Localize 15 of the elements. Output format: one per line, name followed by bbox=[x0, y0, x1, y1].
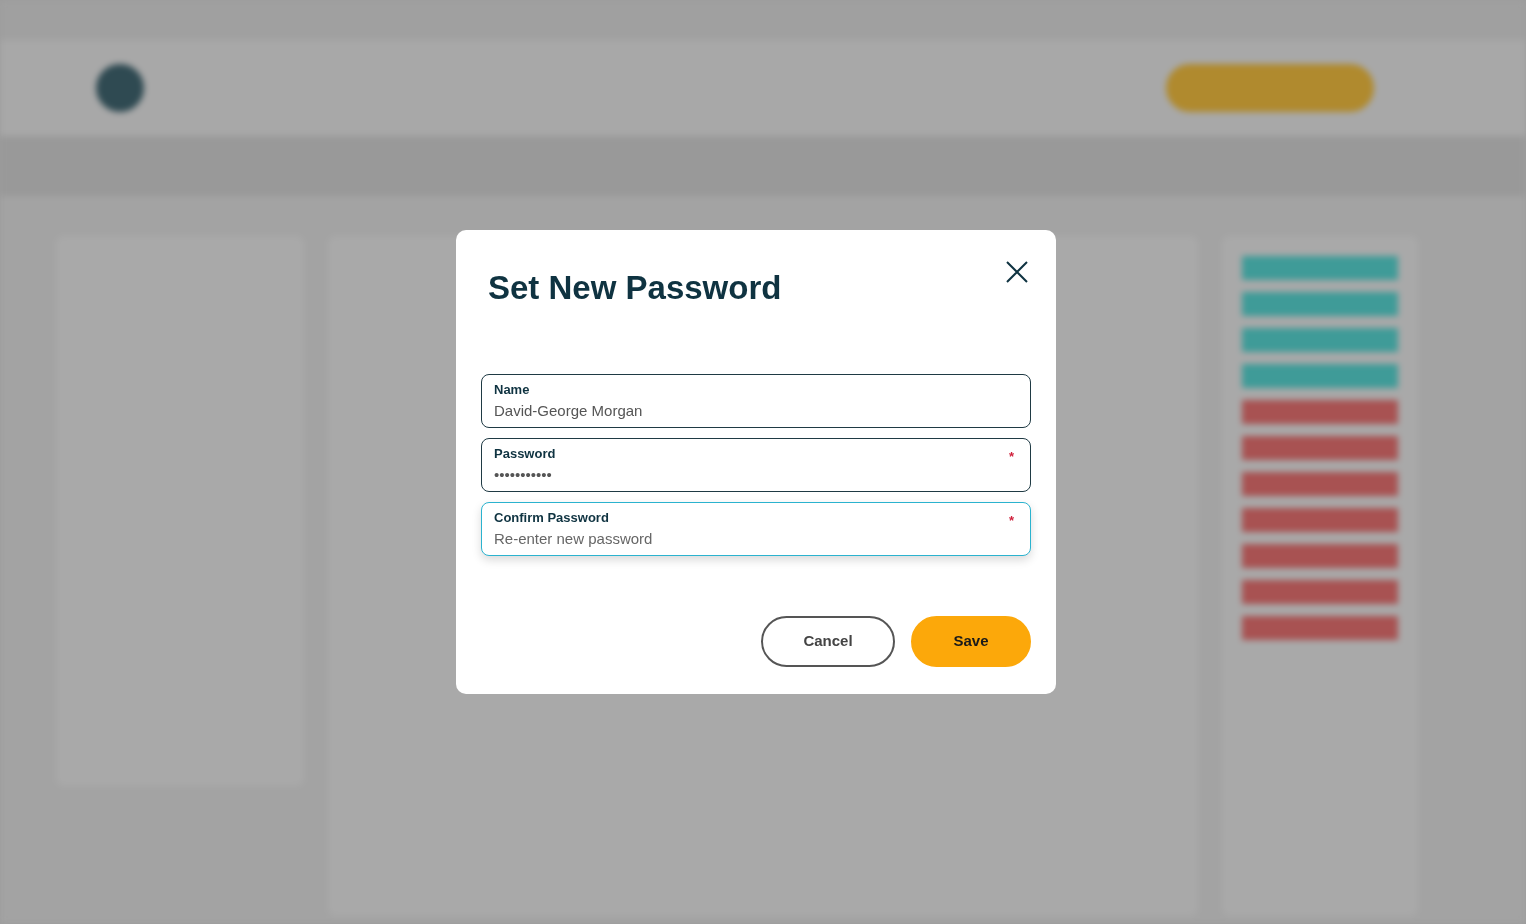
required-asterisk: * bbox=[1008, 512, 1014, 530]
text-field[interactable]: Confirm Password * Re-enter new password bbox=[481, 502, 1031, 556]
field-label: Confirm Password bbox=[494, 509, 609, 526]
close-icon[interactable] bbox=[1005, 260, 1029, 284]
field-input[interactable]: David-George Morgan bbox=[494, 400, 1018, 421]
dialog-title: Set New Password bbox=[488, 268, 782, 308]
field-input[interactable]: Re-enter new password bbox=[494, 528, 1018, 549]
cancel-button[interactable]: Cancel bbox=[761, 616, 895, 667]
text-field[interactable]: Name David-George Morgan bbox=[481, 374, 1031, 428]
text-field[interactable]: Password * ••••••••••• bbox=[481, 438, 1031, 492]
required-asterisk: * bbox=[1008, 448, 1014, 466]
field-input[interactable]: ••••••••••• bbox=[494, 464, 1018, 485]
field-label: Name bbox=[494, 381, 530, 398]
save-button[interactable]: Save bbox=[911, 616, 1031, 667]
field-label: Password bbox=[494, 445, 556, 462]
